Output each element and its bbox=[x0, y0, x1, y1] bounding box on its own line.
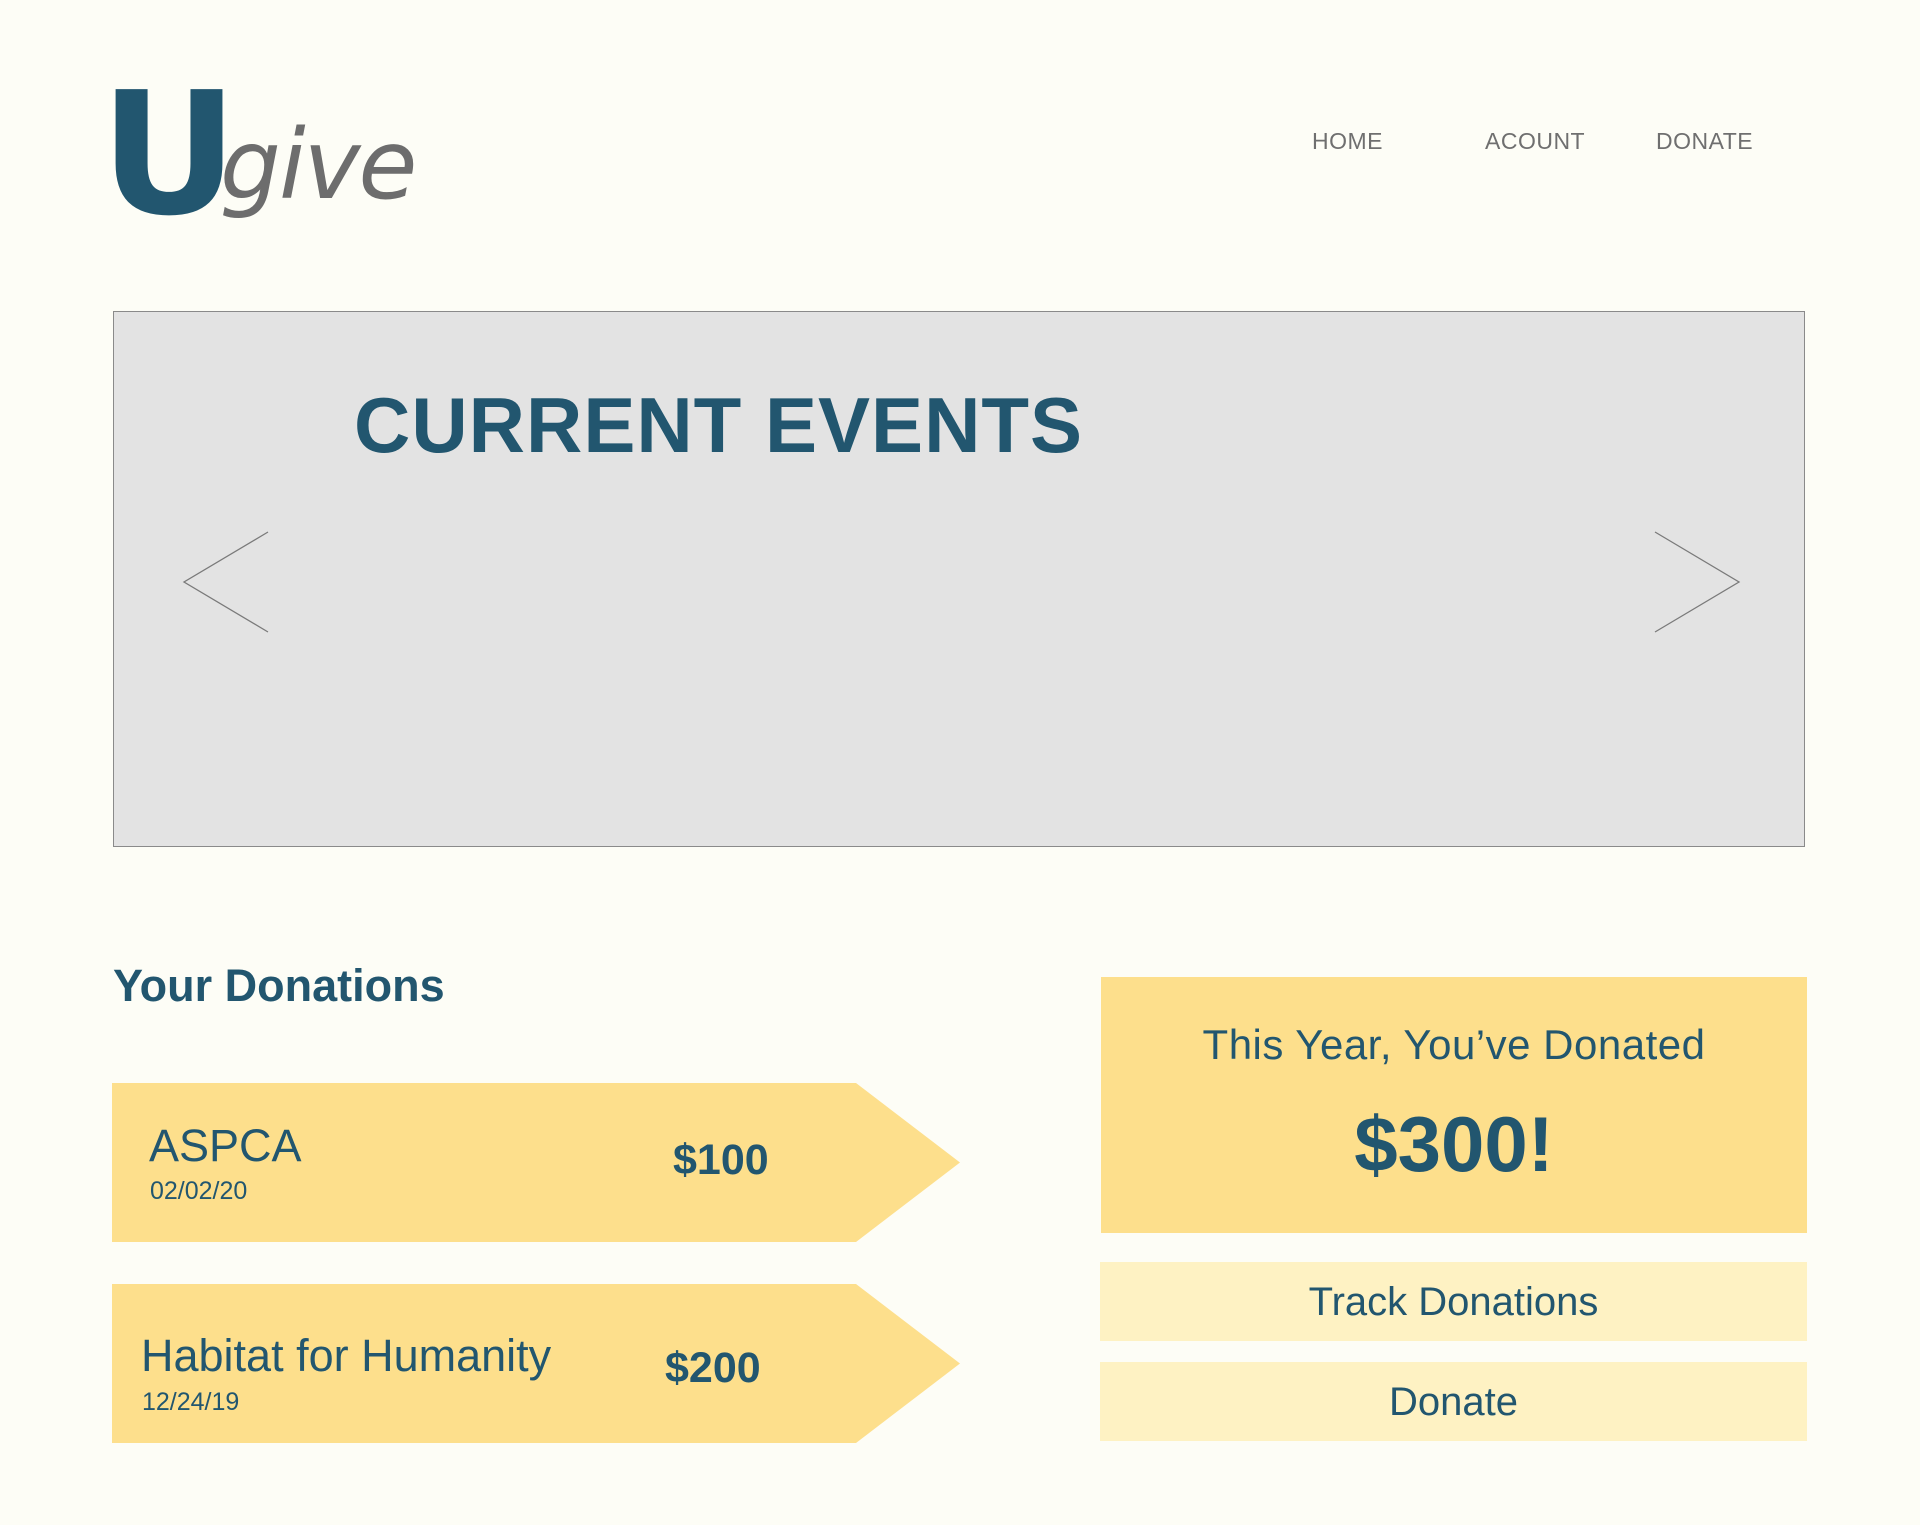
nav-account-link[interactable]: ACOUNT bbox=[1485, 128, 1585, 155]
current-events-carousel: CURRENT EVENTS bbox=[113, 311, 1805, 847]
donation-date: 12/24/19 bbox=[142, 1388, 240, 1416]
track-donations-button[interactable]: Track Donations bbox=[1100, 1262, 1807, 1341]
logo-word-give: give bbox=[220, 109, 417, 221]
chevron-right-icon[interactable] bbox=[1651, 530, 1741, 634]
donation-org-name: Habitat for Humanity bbox=[141, 1330, 552, 1381]
yearly-total-card: This Year, You’ve Donated $300! bbox=[1101, 977, 1807, 1233]
donation-org-name: ASPCA bbox=[149, 1120, 302, 1171]
nav-donate-link[interactable]: DONATE bbox=[1656, 128, 1753, 155]
donation-item[interactable]: ASPCA 02/02/20 $100 bbox=[112, 1083, 960, 1242]
yearly-total-amount: $300! bbox=[1354, 1100, 1554, 1188]
chevron-left-icon[interactable] bbox=[182, 530, 272, 634]
donation-amount: $200 bbox=[665, 1344, 761, 1392]
ugive-logo[interactable]: U give bbox=[100, 70, 417, 240]
donation-item[interactable]: Habitat for Humanity 12/24/19 $200 bbox=[112, 1284, 960, 1443]
donate-button[interactable]: Donate bbox=[1100, 1362, 1807, 1441]
donation-amount: $100 bbox=[673, 1136, 769, 1184]
current-events-title: CURRENT EVENTS bbox=[354, 381, 1084, 469]
nav-home-link[interactable]: HOME bbox=[1312, 128, 1383, 155]
yearly-total-label: This Year, You’ve Donated bbox=[1202, 1021, 1706, 1068]
donation-date: 02/02/20 bbox=[150, 1177, 248, 1205]
logo-letter-u: U bbox=[100, 56, 238, 254]
your-donations-heading: Your Donations bbox=[113, 960, 445, 1011]
